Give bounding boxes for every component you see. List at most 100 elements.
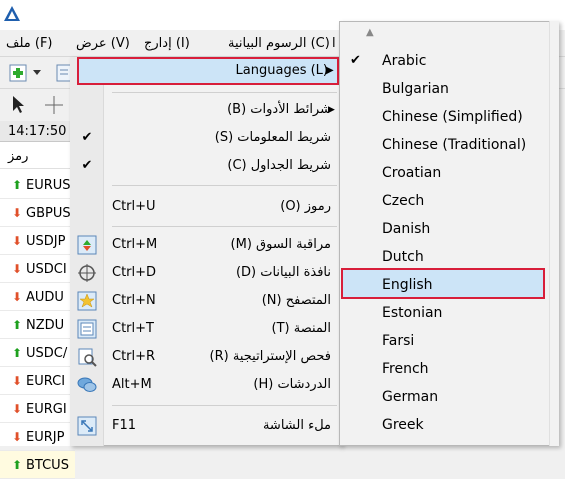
market-watch-row[interactable]: ⬇ EURJP [0,423,75,451]
down-arrow-icon: ⬇ [11,374,23,388]
crosshair-icon[interactable] [44,95,64,115]
cursor-icon[interactable] [10,95,26,115]
down-arrow-icon: ⬇ [11,206,23,220]
scroll-up-arrow-icon[interactable]: ▲ [366,27,378,39]
market-watch-row[interactable]: ⬇ USDJP [0,227,75,255]
chevron-down-icon[interactable] [33,70,41,76]
menu-view[interactable]: عرض (V) [76,30,130,57]
language-item[interactable]: Greek [382,411,424,439]
languages-scrollbar[interactable] [549,21,559,446]
menu-separator [112,405,337,406]
language-item[interactable]: Arabic [382,47,426,75]
market-watch-shortcut: Ctrl+M [112,237,158,252]
down-arrow-icon: ⬇ [11,262,23,276]
menu-separator [112,226,337,227]
up-arrow-icon: ⬆ [11,318,23,332]
navigator-icon [77,291,97,311]
app-logo-icon [4,6,20,21]
view-menu-data-window[interactable]: نافذة البيانات (D) [191,259,331,287]
down-arrow-icon: ⬇ [11,430,23,444]
market-watch-symbol-header[interactable]: رمز [0,145,75,169]
view-menu-strategy-tester[interactable]: فحص الإستراتيجية (R) [191,343,331,371]
up-arrow-icon: ⬆ [11,178,23,192]
new-chart-icon[interactable] [8,63,30,83]
symbol-name: EURGI [26,402,67,417]
market-watch-row[interactable]: ⬇ GBPUS [0,199,75,227]
languages-submenu [339,21,559,446]
data-window-shortcut: Ctrl+D [112,265,157,280]
menu-separator [112,185,337,186]
market-watch-time: 14:17:50 [0,121,75,142]
symbol-name: BTCUS [26,458,69,473]
language-item[interactable]: Danish [382,215,430,243]
market-watch-row[interactable]: ⬇ EURGI [0,395,75,423]
view-menu-symbols[interactable]: رموز (O) [191,193,331,221]
menu-charts[interactable]: الرسوم البيانية (C) [228,30,330,57]
language-item[interactable]: English [382,271,433,299]
market-watch-row[interactable]: ⬆ EURUS [0,171,75,199]
language-item[interactable]: Czech [382,187,424,215]
fullscreen-icon [77,416,97,436]
check-icon: ✔ [81,130,93,145]
submenu-arrow-icon: ▶ [326,65,334,76]
symbol-name: USDCI [26,262,67,277]
menu-separator [112,92,337,93]
menu-insert[interactable]: إدارج (I) [144,30,190,57]
terminal-shortcut: Ctrl+T [112,321,154,336]
english-highlight [341,268,545,299]
language-item[interactable]: Chinese (Traditional) [382,131,526,159]
strategy-tester-shortcut: Ctrl+R [112,349,156,364]
up-arrow-icon: ⬆ [11,346,23,360]
symbol-name: EURUS [26,178,71,193]
language-item[interactable]: Estonian [382,299,442,327]
language-item[interactable]: French [382,355,429,383]
menu-file[interactable]: ملف (F) [6,30,53,57]
symbols-shortcut: Ctrl+U [112,199,156,214]
menu-extra[interactable]: ا [332,30,336,57]
symbol-name: USDJP [26,234,66,249]
submenu-arrow-icon: ▶ [328,105,335,115]
symbol-name: EURCI [26,374,66,389]
language-item[interactable]: Bulgarian [382,75,449,103]
market-watch-row[interactable]: ⬆ USDC/ [0,339,75,367]
down-arrow-icon: ⬇ [11,234,23,248]
symbol-name: EURJP [26,430,65,445]
view-menu-status-bar[interactable]: شريط المعلومات (S) [111,124,331,152]
view-menu-chats[interactable]: الدردشات (H) [191,371,331,399]
languages-label: Languages (L) [235,63,328,78]
symbol-name: GBPUS [26,206,71,221]
market-watch-row[interactable]: ⬇ USDCI [0,255,75,283]
terminal-icon [77,319,97,339]
market-watch-row[interactable]: ⬇ AUDU [0,283,75,311]
language-item[interactable]: Chinese (Simplified) [382,103,523,131]
market-watch-icon [77,235,97,255]
chats-shortcut: Alt+M [112,377,152,392]
language-item[interactable]: Croatian [382,159,441,187]
view-menu-market-watch[interactable]: مراقبة السوق (M) [191,231,331,259]
market-watch-row[interactable]: ⬇ EURCI [0,367,75,395]
language-item[interactable]: German [382,383,438,411]
toolbar-secondary [0,89,75,121]
view-menu-fullscreen[interactable]: ملء الشاشة [191,412,331,440]
strategy-tester-icon [78,348,97,367]
symbol-name: AUDU [26,290,64,305]
fullscreen-shortcut: F11 [112,418,137,433]
view-menu-terminal[interactable]: المنصة (T) [191,315,332,343]
view-menu-navigator[interactable]: المتصفح (N) [191,287,331,315]
market-watch-row[interactable]: ⬆ BTCUS [0,451,75,479]
symbol-name: NZDU [26,318,65,333]
navigator-shortcut: Ctrl+N [112,293,156,308]
view-menu-toolbars[interactable]: شرائط الأدوات (B) [111,96,331,124]
symbol-name: USDC/ [26,346,68,361]
up-arrow-icon: ⬆ [11,458,23,472]
market-watch-row[interactable]: ⬆ NZDU [0,311,75,339]
language-item[interactable]: Farsi [382,327,414,355]
data-window-icon [78,264,96,282]
check-icon: ✔ [350,53,361,68]
language-item[interactable]: Dutch [382,243,424,271]
chats-icon [77,377,97,392]
down-arrow-icon: ⬇ [11,402,23,416]
view-menu-tabs-bar[interactable]: شريط الجداول (C) [111,152,331,180]
down-arrow-icon: ⬇ [11,290,23,304]
check-icon: ✔ [81,158,93,173]
